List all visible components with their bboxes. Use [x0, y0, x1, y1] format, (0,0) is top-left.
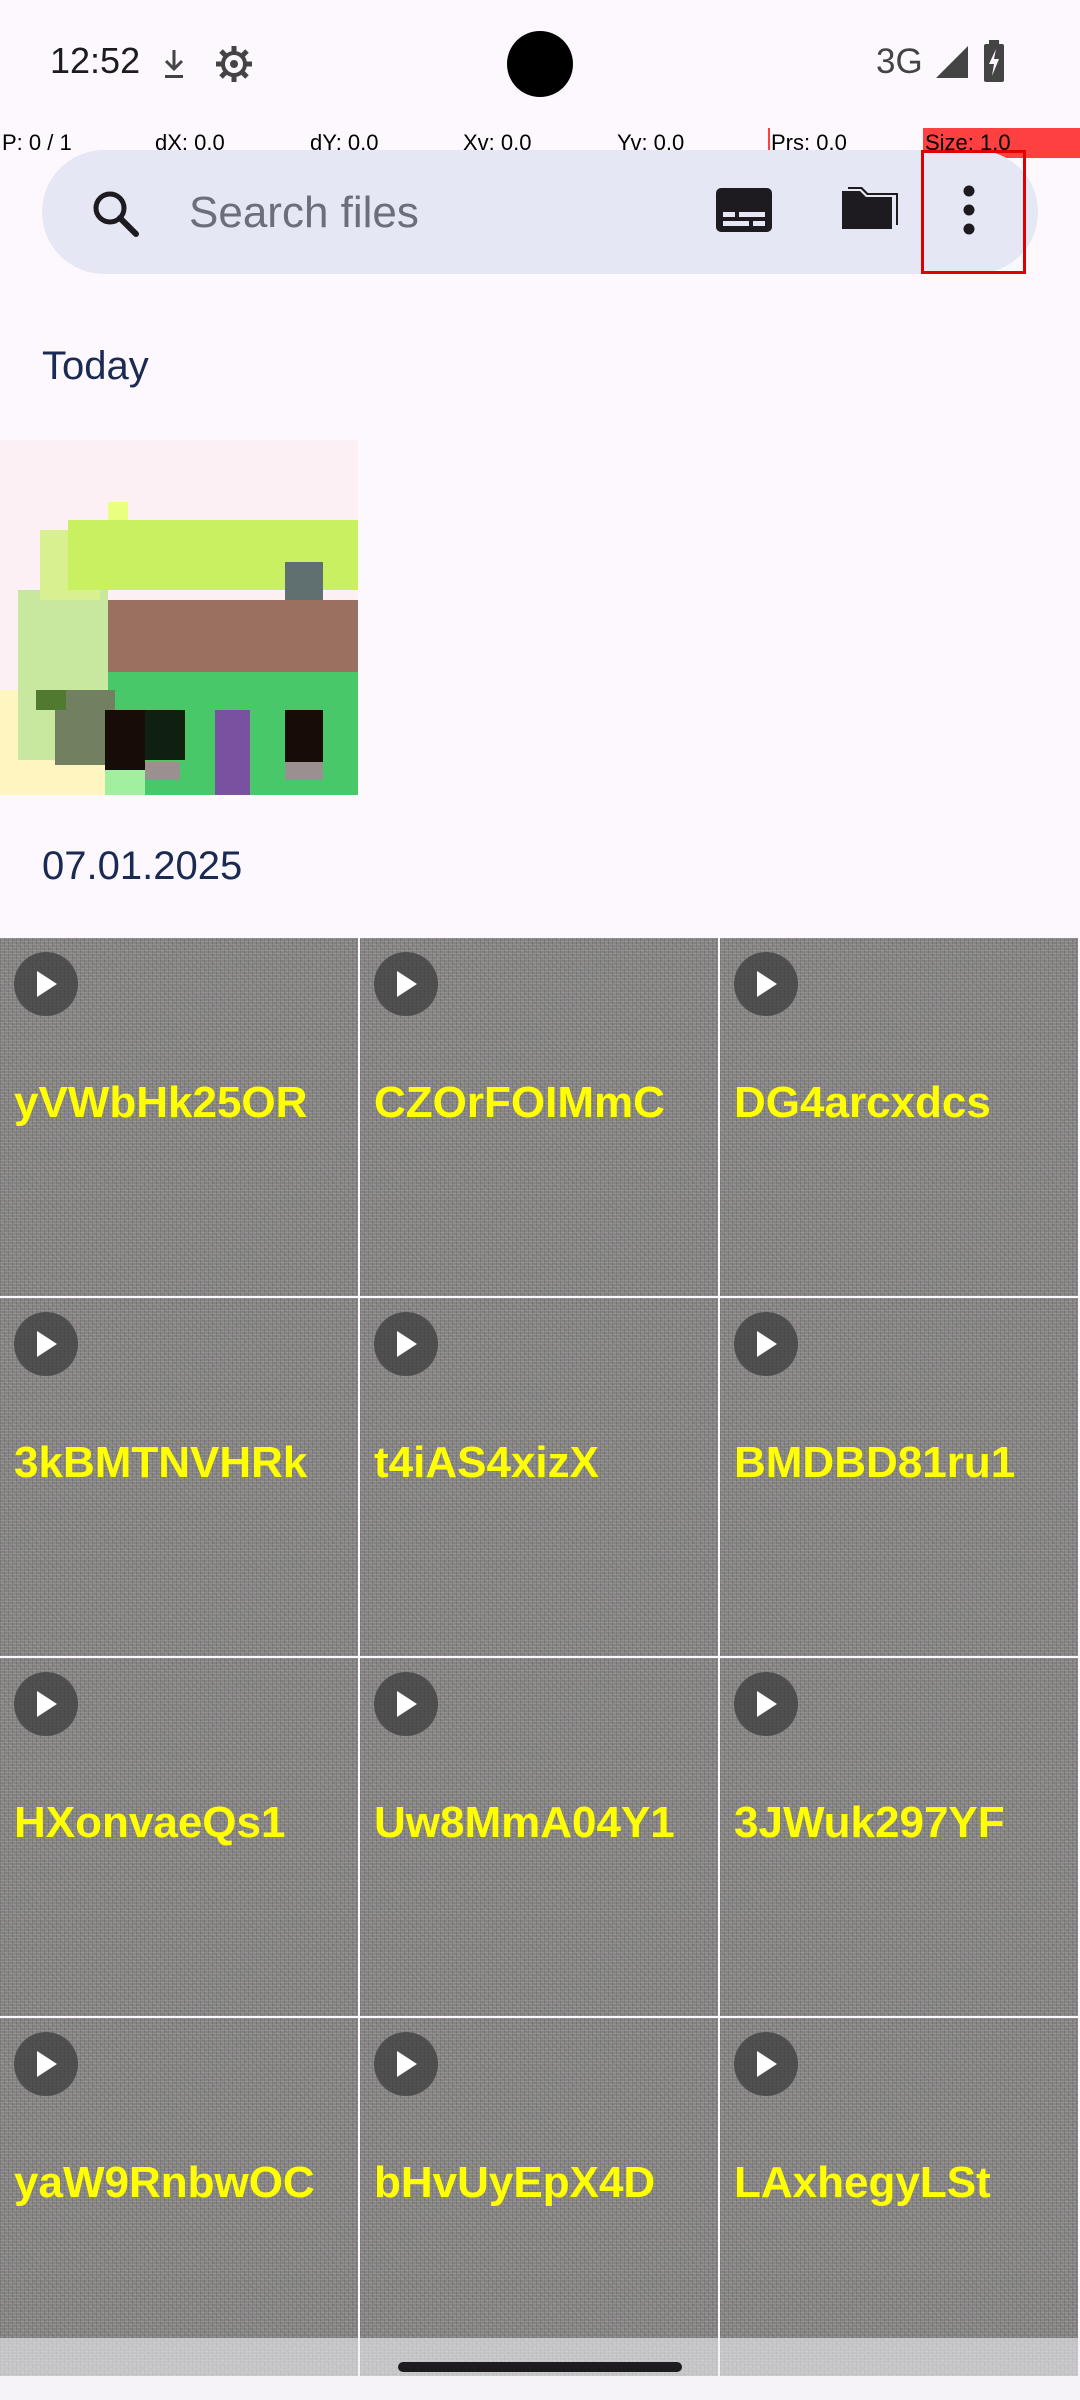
video-tile[interactable]: CZOrFOIMmC [360, 938, 718, 1296]
video-tile[interactable]: 3JWuk297YF [720, 1658, 1078, 2016]
video-tile[interactable]: DG4arcxdcs [720, 938, 1078, 1296]
play-icon [374, 1312, 438, 1376]
video-tile[interactable]: Uw8MmA04Y1 [360, 1658, 718, 2016]
play-icon [14, 2032, 78, 2096]
status-time: 12:52 [50, 40, 141, 81]
video-tile[interactable]: t4iAS4xizX [360, 1298, 718, 1656]
camera-cutout [507, 31, 573, 97]
image-thumbnail[interactable] [0, 440, 358, 795]
section-title-date: 07.01.2025 [42, 844, 243, 888]
folders-button[interactable] [828, 170, 912, 254]
settings-gear-icon [214, 44, 254, 89]
video-title: DG4arcxdcs [734, 1078, 991, 1127]
video-tile[interactable]: BMDBD81ru1 [720, 1298, 1078, 1656]
video-title: t4iAS4xizX [374, 1438, 599, 1487]
download-icon [160, 48, 188, 87]
video-title: HXonvaeQs1 [14, 1798, 286, 1847]
pointer-count: P: 0 / 1 [2, 130, 72, 155]
video-title: CZOrFOIMmC [374, 1078, 665, 1127]
video-tile[interactable]: bHvUyEpX4D [360, 2018, 718, 2376]
video-title: LAxhegyLSt [734, 2158, 991, 2207]
folder-icon [840, 184, 900, 240]
video-tile[interactable]: 3kBMTNVHRk [0, 1298, 358, 1656]
play-icon [734, 952, 798, 1016]
highlight-box [921, 150, 1026, 274]
video-title: BMDBD81ru1 [734, 1438, 1016, 1487]
search-bar [42, 150, 1038, 274]
video-tile[interactable]: yVWbHk25OR [0, 938, 358, 1296]
play-icon [374, 2032, 438, 2096]
signal-icon [934, 44, 970, 85]
video-title: 3kBMTNVHRk [14, 1438, 308, 1487]
video-title: Uw8MmA04Y1 [374, 1798, 675, 1847]
video-title: yaW9RnbwOC [14, 2158, 315, 2207]
subtitles-icon [716, 187, 772, 237]
search-icon[interactable] [90, 188, 140, 243]
play-icon [374, 952, 438, 1016]
battery-charging-icon [982, 40, 1006, 87]
play-icon [14, 1312, 78, 1376]
network-type: 3G [876, 42, 923, 81]
video-tile[interactable]: yaW9RnbwOC [0, 2018, 358, 2376]
play-icon [734, 1672, 798, 1736]
video-title: 3JWuk297YF [734, 1798, 1005, 1847]
play-icon [14, 1672, 78, 1736]
status-bar: 12:52 3G [0, 0, 1080, 130]
play-icon [734, 2032, 798, 2096]
play-icon [734, 1312, 798, 1376]
navigation-handle[interactable] [398, 2362, 682, 2372]
play-icon [374, 1672, 438, 1736]
play-icon [14, 952, 78, 1016]
video-tile[interactable]: LAxhegyLSt [720, 2018, 1078, 2376]
subtitles-button[interactable] [702, 170, 786, 254]
video-title: bHvUyEpX4D [374, 2158, 656, 2207]
search-input[interactable] [187, 176, 691, 250]
section-title-today: Today [42, 344, 149, 388]
video-title: yVWbHk25OR [14, 1078, 308, 1127]
video-tile[interactable]: HXonvaeQs1 [0, 1658, 358, 2016]
